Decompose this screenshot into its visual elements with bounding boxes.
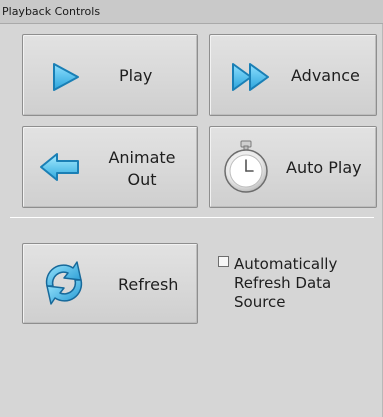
play-label: Play <box>119 66 153 85</box>
playback-controls-panel: Playback Controls Play Advance Animate O… <box>0 0 383 417</box>
left-arrow-icon <box>40 153 79 181</box>
auto-play-label: Auto Play <box>286 158 362 177</box>
animate-out-button[interactable]: Animate Out <box>22 126 198 208</box>
auto-refresh-label[interactable]: Automatically Refresh Data Source <box>234 255 364 312</box>
refresh-label: Refresh <box>118 275 179 294</box>
advance-button[interactable]: Advance <box>209 34 377 116</box>
panel-header: Playback Controls <box>0 0 383 24</box>
double-arrow-icon <box>232 63 269 91</box>
play-button[interactable]: Play <box>22 34 198 116</box>
stopwatch-icon <box>224 140 268 193</box>
animate-out-label-text: Animate Out <box>108 148 176 189</box>
auto-refresh-checkbox[interactable] <box>218 256 229 267</box>
panel-title: Playback Controls <box>2 5 101 18</box>
section-divider <box>10 217 374 218</box>
animate-out-label: Animate Out <box>99 147 185 191</box>
refresh-arrows-icon <box>45 261 83 305</box>
auto-play-button[interactable]: Auto Play <box>209 126 377 208</box>
advance-label: Advance <box>291 66 360 85</box>
play-arrow-icon <box>53 63 79 91</box>
refresh-button[interactable]: Refresh <box>22 243 198 324</box>
